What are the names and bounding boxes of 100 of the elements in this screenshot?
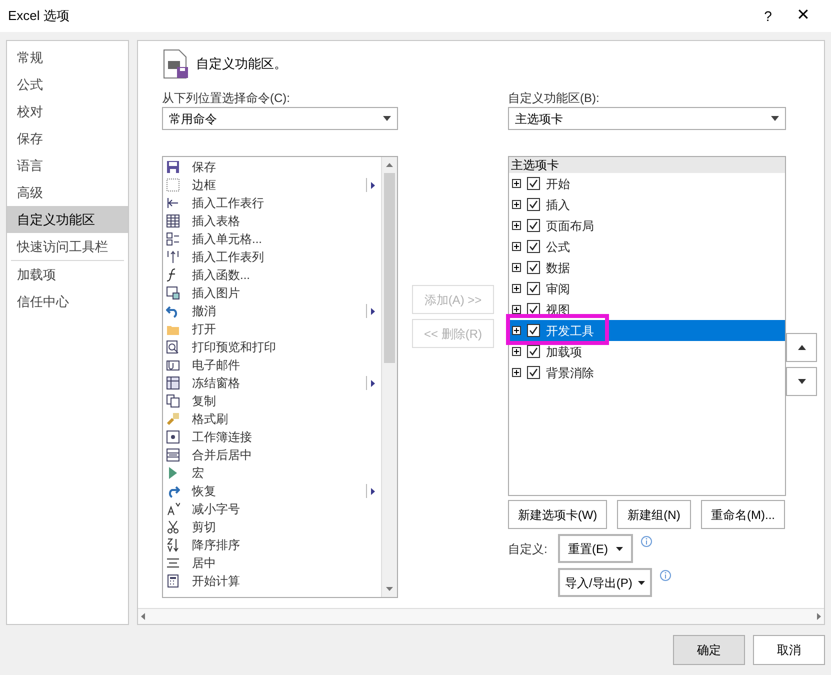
expand-icon bbox=[512, 368, 521, 377]
field-label: 从下列位置选择命令(C): bbox=[162, 90, 291, 107]
reset-button[interactable]: 重置(E) bbox=[558, 534, 633, 563]
command-item[interactable]: 宏 bbox=[163, 464, 381, 482]
ok-button[interactable]: 确定 bbox=[673, 635, 745, 665]
close-button[interactable]: ✕ bbox=[783, 4, 823, 28]
move-up-button[interactable] bbox=[786, 333, 817, 362]
help-button[interactable]: ? bbox=[753, 6, 783, 26]
tree-item[interactable]: 插入 bbox=[509, 194, 785, 215]
tree-item[interactable]: 开发工具 bbox=[509, 320, 785, 341]
scroll-left-icon bbox=[141, 613, 145, 620]
nav-item[interactable]: 快速访问工具栏 bbox=[7, 233, 128, 260]
command-icon bbox=[166, 232, 180, 246]
command-icon bbox=[166, 376, 180, 390]
dropdown-arrow-icon bbox=[383, 116, 391, 121]
command-icon bbox=[166, 160, 180, 174]
scrollbar-thumb[interactable] bbox=[384, 173, 395, 363]
tree-action-button[interactable]: 重命名(M)... bbox=[701, 500, 785, 529]
field-label: 自定义功能区(B): bbox=[508, 90, 600, 107]
checkbox[interactable] bbox=[527, 240, 540, 253]
cancel-button[interactable]: 取消 bbox=[753, 635, 825, 665]
command-icon bbox=[166, 412, 180, 426]
command-item[interactable]: 降序排序 bbox=[163, 536, 381, 554]
checkbox[interactable] bbox=[527, 324, 540, 337]
command-item[interactable]: 冻结窗格 bbox=[163, 374, 381, 392]
command-item[interactable]: 插入工作表行 bbox=[163, 194, 381, 212]
checkbox[interactable] bbox=[527, 219, 540, 232]
checkbox[interactable] bbox=[527, 366, 540, 379]
tree-item[interactable]: 加载项 bbox=[509, 341, 785, 362]
expand-icon bbox=[512, 200, 521, 209]
nav-item[interactable]: 公式 bbox=[7, 71, 128, 98]
command-item[interactable]: 复制 bbox=[163, 392, 381, 410]
command-item[interactable]: 边框 bbox=[163, 176, 381, 194]
command-item[interactable]: 插入函数... bbox=[163, 266, 381, 284]
nav-item[interactable]: 常规 bbox=[7, 44, 128, 71]
nav-item[interactable]: 保存 bbox=[7, 125, 128, 152]
tree-action-button[interactable]: 新建组(N) bbox=[617, 500, 691, 529]
nav-item[interactable]: 高级 bbox=[7, 179, 128, 206]
submenu-arrow-icon bbox=[371, 380, 375, 386]
command-item[interactable]: 格式刷 bbox=[163, 410, 381, 428]
nav-item[interactable]: 语言 bbox=[7, 152, 128, 179]
dropdown-arrow-icon bbox=[771, 116, 779, 121]
nav-item[interactable]: 加载项 bbox=[7, 261, 128, 288]
expand-icon bbox=[512, 263, 521, 272]
expand-icon bbox=[512, 347, 521, 356]
command-item[interactable]: 恢复 bbox=[163, 482, 381, 500]
tree-item[interactable]: 页面布局 bbox=[509, 215, 785, 236]
checkbox[interactable] bbox=[527, 261, 540, 274]
tree-item[interactable]: 背景消除 bbox=[509, 362, 785, 383]
command-icon bbox=[166, 538, 180, 552]
command-item[interactable]: 插入图片 bbox=[163, 284, 381, 302]
dropdown-arrow-icon bbox=[616, 546, 623, 550]
checkbox[interactable] bbox=[527, 345, 540, 358]
command-item[interactable]: 合并后居中 bbox=[163, 446, 381, 464]
tree-item[interactable]: 审阅 bbox=[509, 278, 785, 299]
command-item[interactable]: 插入工作表列 bbox=[163, 248, 381, 266]
scrollbar[interactable] bbox=[381, 157, 397, 597]
checkbox[interactable] bbox=[527, 303, 540, 316]
expand-icon bbox=[512, 179, 521, 188]
expand-icon bbox=[512, 284, 521, 293]
move-down-button[interactable] bbox=[786, 367, 817, 396]
import-export-button[interactable]: 导入/导出(P) bbox=[558, 568, 652, 597]
nav-item[interactable]: 信任中心 bbox=[7, 288, 128, 315]
command-item[interactable]: 打印预览和打印 bbox=[163, 338, 381, 356]
nav-item[interactable]: 自定义功能区 bbox=[7, 206, 128, 233]
commands-dropdown[interactable]: 常用命令 bbox=[162, 107, 398, 130]
tree-item[interactable]: 公式 bbox=[509, 236, 785, 257]
command-icon bbox=[166, 448, 180, 462]
tree-item[interactable]: 数据 bbox=[509, 257, 785, 278]
up-arrow-icon bbox=[798, 345, 806, 350]
command-item[interactable]: 减小字号 bbox=[163, 500, 381, 518]
submenu-arrow-icon bbox=[371, 308, 375, 314]
command-item[interactable]: 居中 bbox=[163, 554, 381, 572]
scroll-up-icon bbox=[386, 163, 393, 167]
command-item[interactable]: 开始计算 bbox=[163, 572, 381, 590]
command-item[interactable]: 电子邮件 bbox=[163, 356, 381, 374]
tree-action-button[interactable]: 新建选项卡(W) bbox=[508, 500, 607, 529]
command-item[interactable]: 保存 bbox=[163, 158, 381, 176]
submenu-arrow-icon bbox=[371, 182, 375, 188]
command-icon bbox=[166, 178, 180, 192]
command-item[interactable]: 剪切 bbox=[163, 518, 381, 536]
command-icon bbox=[166, 484, 180, 498]
tree-item[interactable]: 开始 bbox=[509, 173, 785, 194]
tree-header: 主选项卡 bbox=[509, 157, 785, 173]
command-item[interactable]: 插入表格 bbox=[163, 212, 381, 230]
command-icon bbox=[166, 214, 180, 228]
expand-icon bbox=[512, 242, 521, 251]
command-item[interactable]: 打开 bbox=[163, 320, 381, 338]
scroll-down-icon bbox=[386, 587, 393, 591]
checkbox[interactable] bbox=[527, 177, 540, 190]
command-item[interactable]: 插入单元格... bbox=[163, 230, 381, 248]
command-item[interactable]: 工作簿连接 bbox=[163, 428, 381, 446]
checkbox[interactable] bbox=[527, 198, 540, 211]
horizontal-scrollbar[interactable] bbox=[138, 608, 824, 624]
nav-item[interactable]: 校对 bbox=[7, 98, 128, 125]
command-icon bbox=[166, 340, 180, 354]
checkbox[interactable] bbox=[527, 282, 540, 295]
command-item[interactable]: 撤消 bbox=[163, 302, 381, 320]
ribbon-dropdown[interactable]: 主选项卡 bbox=[508, 107, 786, 130]
down-arrow-icon bbox=[798, 379, 806, 384]
